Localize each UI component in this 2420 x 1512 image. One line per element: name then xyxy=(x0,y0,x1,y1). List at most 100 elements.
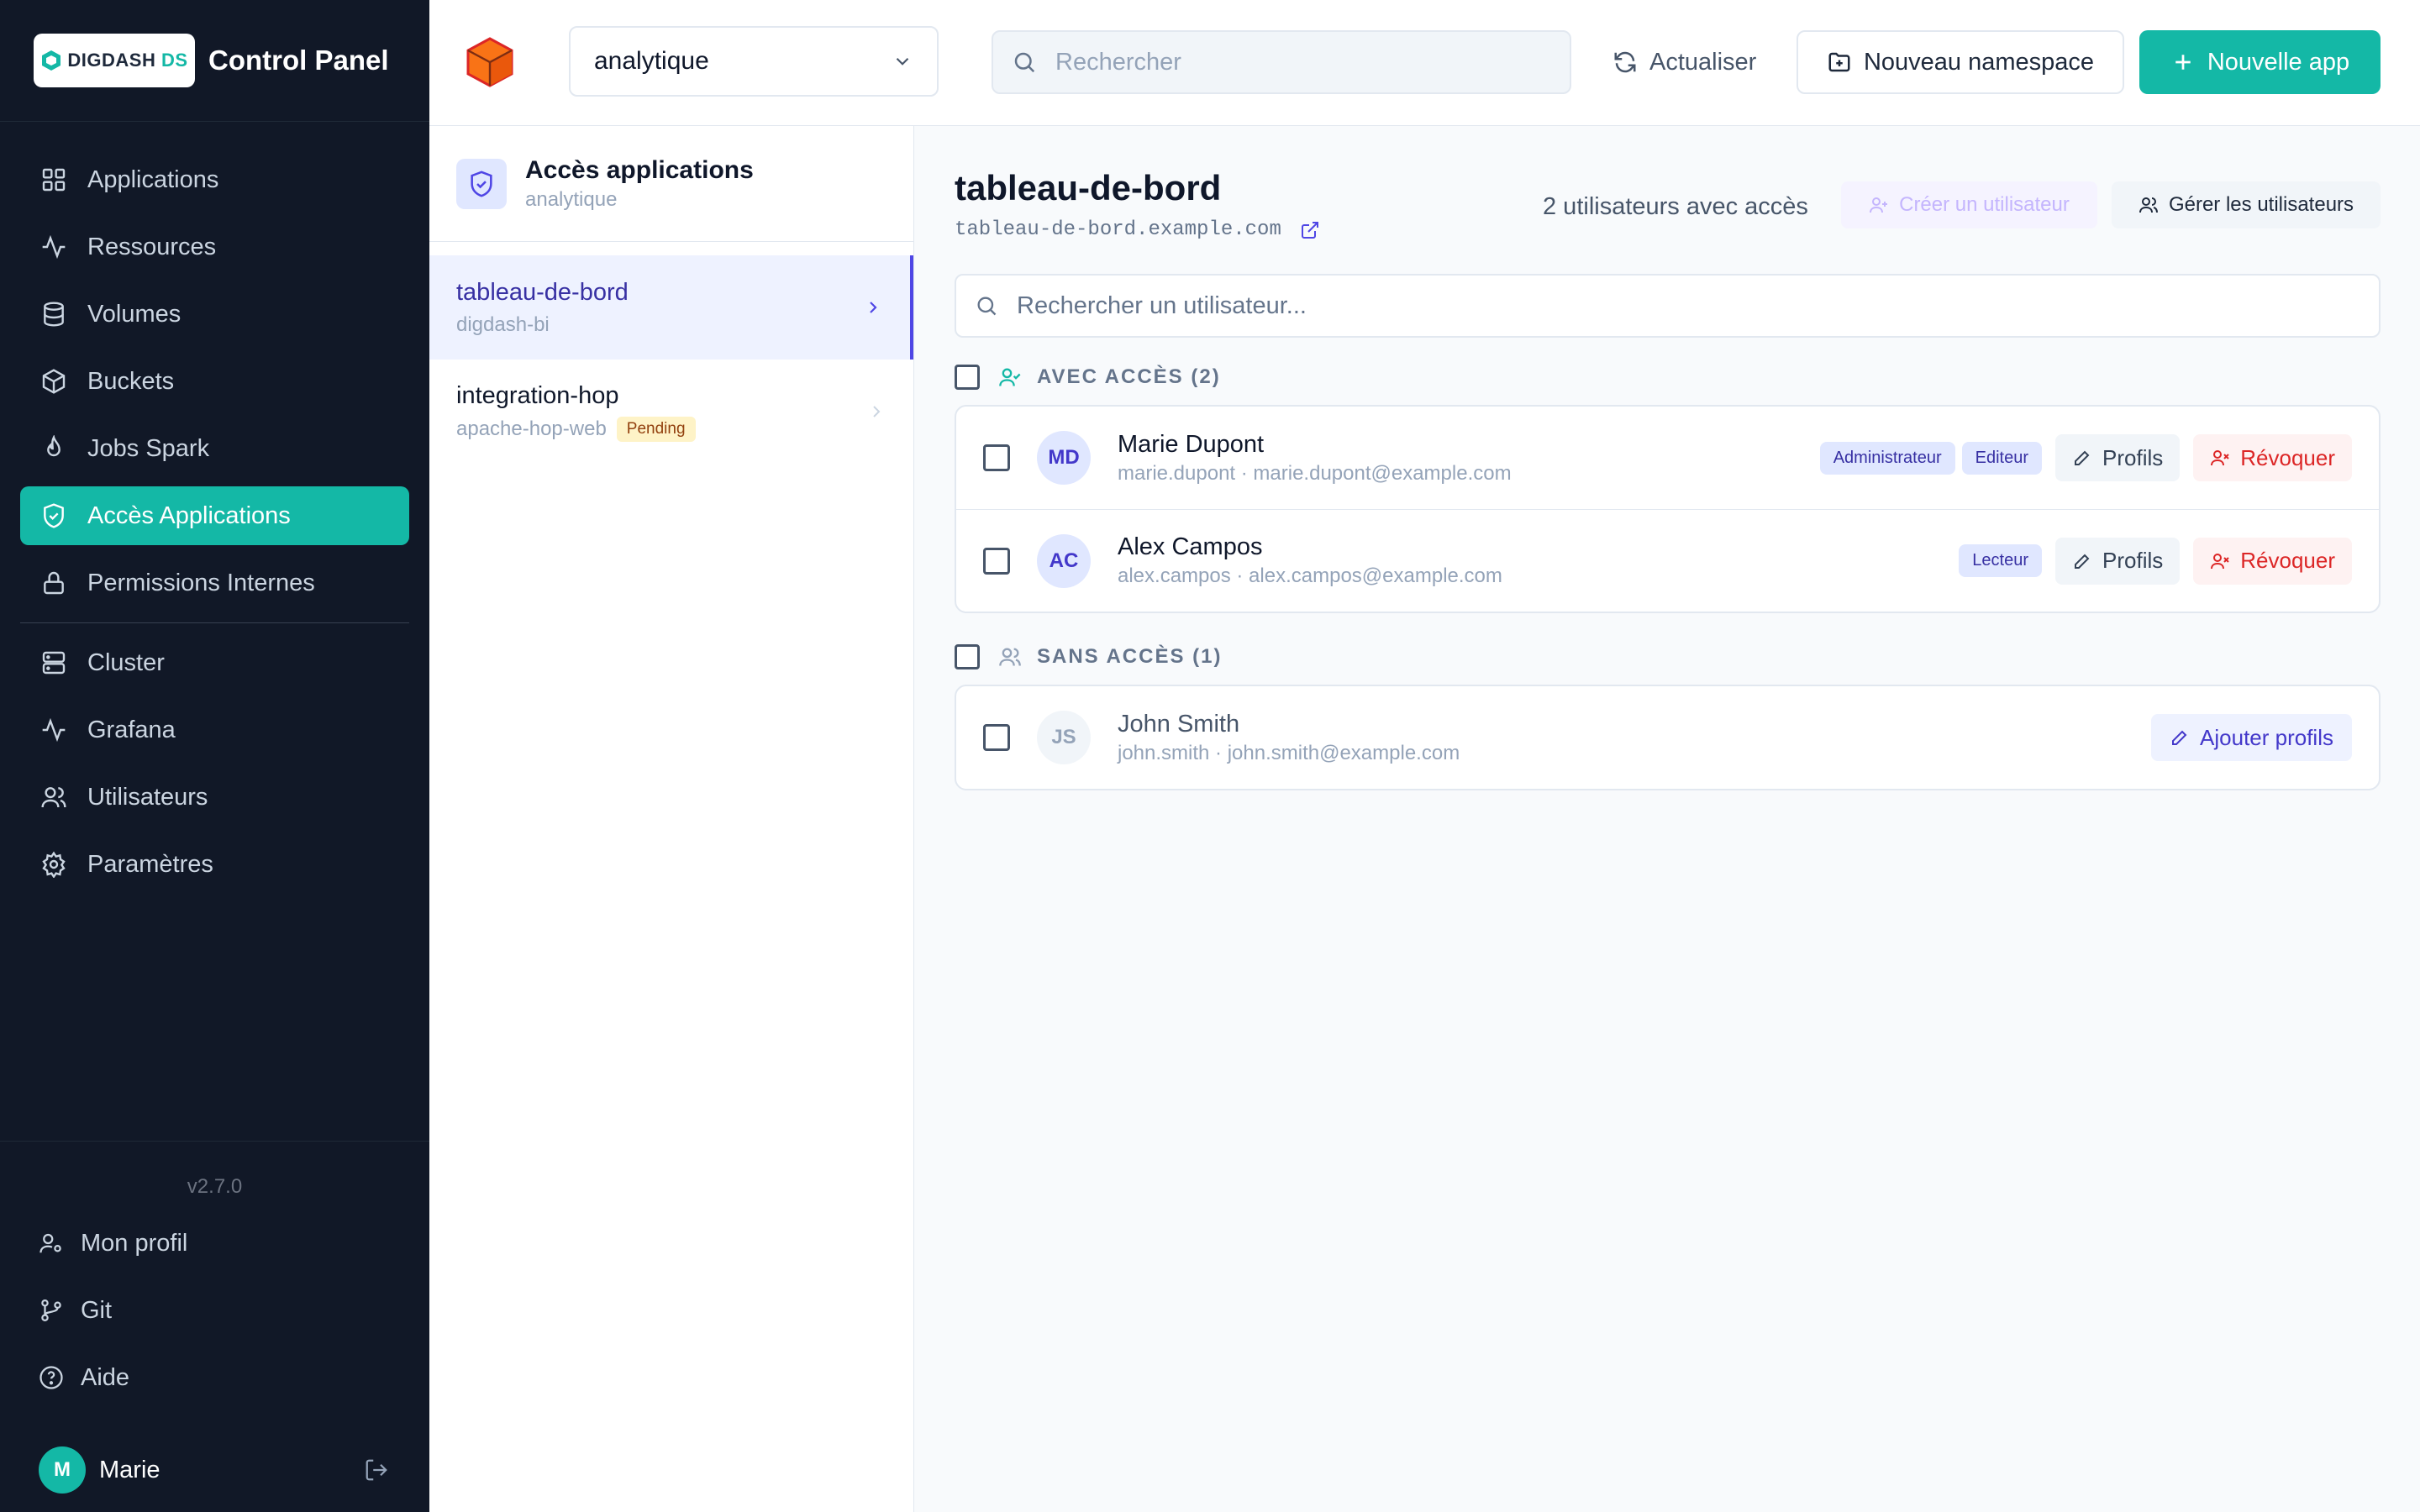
nav-item-jobs-spark[interactable]: Jobs Spark xyxy=(20,419,409,478)
nav-item-buckets[interactable]: Buckets xyxy=(20,352,409,411)
namespace-cube-icon xyxy=(466,37,513,87)
nav-label: Grafana xyxy=(87,716,176,743)
user-search-input[interactable] xyxy=(1017,291,2277,320)
nav-item-permissions-internes[interactable]: Permissions Internes xyxy=(20,554,409,612)
app-title: tableau-de-bord xyxy=(955,168,1222,207)
create-user-button[interactable]: Créer un utilisateur xyxy=(1841,181,2097,228)
logo[interactable]: DIGDASH DS xyxy=(34,34,195,87)
app-list-item[interactable]: integration-hop apache-hop-web Pending xyxy=(429,360,913,464)
nav-item-cluster[interactable]: Cluster xyxy=(20,633,409,692)
app-url[interactable]: tableau-de-bord.example.com xyxy=(955,218,1320,241)
avatar[interactable]: M xyxy=(39,1446,86,1494)
status-badge: Pending xyxy=(616,416,696,442)
user-login: marie.dupont · marie.dupont@example.com xyxy=(1118,461,1512,485)
user-check-icon xyxy=(999,368,1021,386)
applications-panel-header: Accès applications analytique xyxy=(429,126,913,242)
app-type: digdash-bi xyxy=(456,312,550,336)
nav-label: Buckets xyxy=(87,367,175,395)
nav-item-applications[interactable]: Applications xyxy=(20,150,409,209)
access-detail-panel: tableau-de-bord tableau-de-bord.example.… xyxy=(914,126,2420,1512)
users-icon xyxy=(999,648,1021,666)
add-profiles-button[interactable]: Ajouter profils xyxy=(2151,714,2352,761)
user-name: Alex Campos xyxy=(1118,533,1263,560)
grid-icon xyxy=(42,168,66,192)
user-search[interactable] xyxy=(955,274,2381,338)
profiles-button[interactable]: Profils xyxy=(2055,434,2181,481)
flame-icon xyxy=(47,435,60,457)
nav-item-utilisateurs[interactable]: Utilisateurs xyxy=(20,768,409,827)
app-url-text: tableau-de-bord.example.com xyxy=(955,218,1281,241)
user-x-icon xyxy=(2211,553,2229,569)
manage-users-label: Gérer les utilisateurs xyxy=(2168,193,2354,216)
user-row: JS John Smith john.smith · john.smith@ex… xyxy=(956,686,2379,789)
user-checkbox[interactable] xyxy=(983,547,1010,575)
app-type: apache-hop-web xyxy=(456,417,607,440)
folder-plus-icon xyxy=(1828,52,1850,72)
new-namespace-button[interactable]: Nouveau namespace xyxy=(1797,30,2124,94)
user-plus-icon xyxy=(1870,197,1888,213)
namespace-select[interactable]: analytique xyxy=(569,26,939,97)
refresh-button[interactable]: Actualiser xyxy=(1612,30,1756,94)
user-checkbox[interactable] xyxy=(983,444,1010,471)
nav-item-acces-applications[interactable]: Accès Applications xyxy=(20,486,409,545)
nav-item-git[interactable]: Git xyxy=(20,1281,409,1340)
role-badge: Lecteur xyxy=(1959,544,2043,577)
user-login: john.smith · john.smith@example.com xyxy=(1118,741,1460,764)
new-namespace-label: Nouveau namespace xyxy=(1863,48,2095,76)
sidebar-nav: Applications Ressources Volumes Buckets … xyxy=(0,122,429,894)
nav-label: Ressources xyxy=(87,233,217,260)
select-all-with-access-checkbox[interactable] xyxy=(955,365,980,390)
nav-label: Applications xyxy=(87,165,219,193)
avatar: MD xyxy=(1037,431,1091,485)
revoke-button[interactable]: Révoquer xyxy=(2193,434,2352,481)
global-search-input[interactable] xyxy=(1055,48,1526,76)
app-name: integration-hop xyxy=(456,381,619,409)
pencil-icon xyxy=(2075,554,2090,569)
nav-label: Jobs Spark xyxy=(87,434,210,462)
select-all-without-access-checkbox[interactable] xyxy=(955,644,980,669)
revoke-label: Révoquer xyxy=(2240,548,2335,573)
git-branch-icon xyxy=(41,1299,61,1321)
role-badge: Editeur xyxy=(1961,441,2043,475)
logout-icon[interactable] xyxy=(364,1457,389,1483)
revoke-label: Révoquer xyxy=(2240,444,2335,470)
current-user: M Marie xyxy=(39,1446,389,1494)
box-icon xyxy=(42,369,66,394)
refresh-label: Actualiser xyxy=(1649,48,1757,76)
new-app-button[interactable]: Nouvelle app xyxy=(2139,30,2381,94)
profiles-button[interactable]: Profils xyxy=(2055,537,2181,585)
shield-check-icon xyxy=(44,503,64,528)
logo-text: DIGDASH DS xyxy=(67,50,188,71)
nav-label: Paramètres xyxy=(87,850,213,878)
footer-label: Git xyxy=(81,1296,113,1324)
user-checkbox[interactable] xyxy=(983,724,1010,751)
manage-users-button[interactable]: Gérer les utilisateurs xyxy=(2112,181,2381,228)
search-icon xyxy=(977,297,997,316)
user-x-icon xyxy=(2211,450,2229,466)
version-label: v2.7.0 xyxy=(187,1175,243,1198)
footer-label: Mon profil xyxy=(81,1229,188,1257)
nav-item-grafana[interactable]: Grafana xyxy=(20,701,409,759)
new-app-label: Nouvelle app xyxy=(2207,48,2350,76)
nav-label: Cluster xyxy=(87,648,165,676)
nav-item-ressources[interactable]: Ressources xyxy=(20,218,409,276)
server-icon xyxy=(42,651,66,675)
user-count: 2 utilisateurs avec accès xyxy=(1543,193,1808,220)
activity-icon xyxy=(42,717,66,743)
nav-item-volumes[interactable]: Volumes xyxy=(20,285,409,344)
app-list-item[interactable]: tableau-de-bord digdash-bi xyxy=(429,255,913,360)
shield-check-icon xyxy=(471,170,492,197)
chevron-right-icon xyxy=(870,302,877,313)
nav-label: Utilisateurs xyxy=(87,783,208,811)
chevron-right-icon xyxy=(873,406,881,417)
global-search[interactable] xyxy=(992,30,1571,94)
external-link-icon xyxy=(1301,221,1318,239)
role-badge: Administrateur xyxy=(1819,441,1955,475)
nav-item-aide[interactable]: Aide xyxy=(20,1348,409,1407)
avatar: JS xyxy=(1037,711,1091,764)
revoke-button[interactable]: Révoquer xyxy=(2193,537,2352,585)
nav-item-parametres[interactable]: Paramètres xyxy=(20,835,409,894)
create-user-label: Créer un utilisateur xyxy=(1899,193,2070,216)
nav-item-mon-profil[interactable]: Mon profil xyxy=(20,1214,409,1273)
nav-divider xyxy=(20,622,409,623)
